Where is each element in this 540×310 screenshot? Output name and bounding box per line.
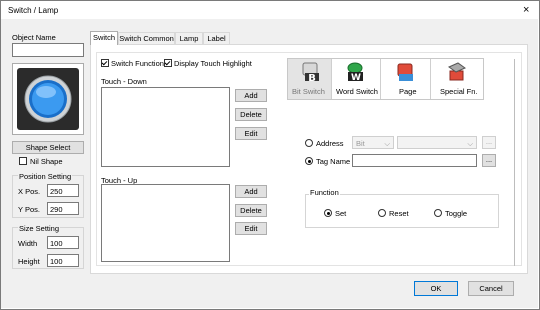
touch-down-label: Touch - Down (101, 77, 147, 86)
address-value-select[interactable]: ⌵ (397, 136, 477, 149)
bit-switch-label: Bit Switch (292, 87, 325, 96)
switch-function-checkbox[interactable] (101, 59, 109, 67)
lamp-shape-icon (17, 68, 79, 130)
svg-text:B: B (308, 73, 316, 83)
width-label: Width (18, 239, 38, 248)
toolbar-divider (380, 59, 381, 99)
touch-down-edit-button[interactable]: Edit (235, 127, 267, 140)
address-type-select[interactable]: Bit ⌵ (352, 136, 394, 149)
touch-up-list[interactable] (101, 184, 230, 262)
height-label: Height (18, 257, 40, 266)
tab-switch[interactable]: Switch (90, 31, 118, 45)
window-title: Switch / Lamp (8, 6, 59, 15)
toolbar-divider (430, 59, 431, 99)
touch-up-delete-button[interactable]: Delete (235, 204, 267, 217)
toolbar-divider (331, 59, 332, 99)
function-toggle-radio[interactable] (434, 209, 442, 217)
tab-lamp[interactable]: Lamp (175, 32, 203, 44)
size-setting-label: Size Setting (18, 224, 61, 233)
display-touch-highlight-label: Display Touch Highlight (174, 59, 252, 68)
width-input[interactable]: 100 (47, 236, 79, 249)
page-button[interactable]: Page (381, 59, 430, 99)
touch-down-delete-button[interactable]: Delete (235, 108, 267, 121)
function-set-label: Set (335, 209, 347, 218)
function-reset-radio[interactable] (378, 209, 386, 217)
object-name-label: Object Name (12, 33, 56, 42)
object-name-input[interactable] (12, 43, 84, 57)
x-pos-label: X Pos. (18, 187, 41, 196)
bit-switch-button[interactable]: B Bit Switch (288, 59, 332, 99)
tab-switch-common[interactable]: Switch Common (118, 32, 175, 44)
touch-down-add-button[interactable]: Add (235, 89, 267, 102)
address-radio[interactable] (305, 139, 313, 147)
tag-name-input[interactable] (352, 154, 477, 167)
function-reset-label: Reset (389, 209, 409, 218)
tag-name-label: Tag Name (316, 157, 351, 166)
address-type-value: Bit (356, 139, 365, 148)
tab-label[interactable]: Label (203, 32, 230, 44)
chevron-down-icon: ⌵ (467, 139, 473, 148)
function-set-radio[interactable] (324, 209, 332, 217)
svg-text:W: W (351, 73, 361, 83)
word-switch-icon: W (347, 62, 363, 83)
y-pos-input[interactable]: 290 (47, 202, 79, 215)
touch-up-edit-button[interactable]: Edit (235, 222, 267, 235)
cancel-button[interactable]: Cancel (468, 281, 514, 296)
title-bar: Switch / Lamp × (1, 1, 538, 19)
special-fn-icon (447, 62, 467, 81)
touch-down-list[interactable] (101, 87, 230, 167)
address-label: Address (316, 139, 344, 148)
height-input[interactable]: 100 (47, 254, 79, 267)
function-label: Function (309, 188, 340, 197)
nil-shape-label: Nil Shape (30, 157, 63, 166)
display-touch-highlight-checkbox[interactable] (164, 59, 172, 67)
special-fn-label: Special Fn. (440, 87, 478, 96)
x-pos-input[interactable]: 250 (47, 184, 79, 197)
word-switch-button[interactable]: W Word Switch (332, 59, 378, 99)
nil-shape-checkbox[interactable] (19, 157, 27, 165)
switch-function-label: Switch Function (111, 59, 164, 68)
bit-switch-icon: B (302, 62, 319, 83)
close-icon[interactable]: × (523, 4, 529, 16)
shape-preview (12, 63, 84, 135)
page-icon (397, 63, 413, 81)
position-setting-label: Position Setting (18, 172, 73, 181)
function-toggle-label: Toggle (445, 209, 468, 218)
chevron-down-icon: ⌵ (384, 139, 390, 148)
address-browse-button[interactable]: ... (482, 136, 496, 149)
page-label: Page (399, 87, 417, 96)
tag-name-browse-button[interactable]: ... (482, 154, 496, 167)
shape-select-button[interactable]: Shape Select (12, 141, 84, 154)
content-divider (514, 59, 515, 266)
tag-name-radio[interactable] (305, 157, 313, 165)
special-fn-button[interactable]: Special Fn. (431, 59, 483, 99)
word-switch-label: Word Switch (336, 87, 378, 96)
touch-up-add-button[interactable]: Add (235, 185, 267, 198)
ok-button[interactable]: OK (414, 281, 458, 296)
y-pos-label: Y Pos. (18, 205, 40, 214)
